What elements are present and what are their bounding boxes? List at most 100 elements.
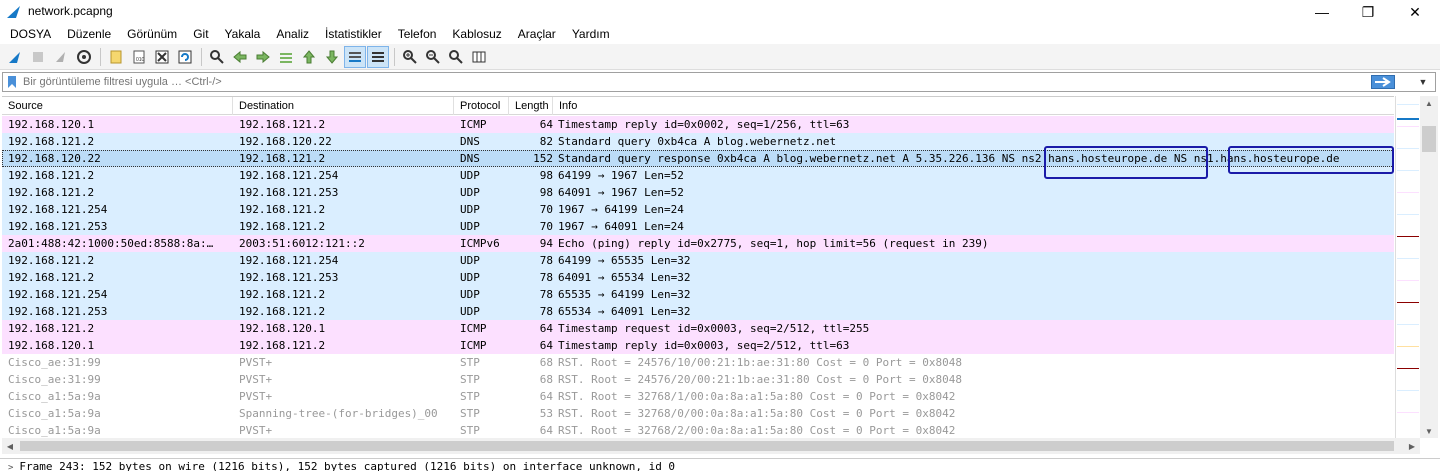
table-row[interactable]: 192.168.121.254 192.168.121.2 UDP 78 65535 →… [2, 286, 1394, 303]
column-header-destination[interactable]: Destination [233, 97, 454, 115]
horizontal-scrollbar[interactable]: ◀ ▶ [2, 438, 1420, 454]
protocol-cell: STP [460, 373, 480, 386]
resize-columns-icon[interactable] [468, 46, 490, 68]
info-cell: 64091 → 1967 Len=52 [558, 186, 684, 199]
minimize-button[interactable]: — [1299, 0, 1345, 24]
table-row[interactable]: 2a01:488:42:1000:50ed:8588:8a:… 2003:51:6… [2, 235, 1394, 252]
length-cell: 68 [539, 373, 553, 386]
zoom-out-icon[interactable] [422, 46, 444, 68]
table-row[interactable]: Cisco_a1:5a:9a PVST+ STP 64 RST. Root = 3276… [2, 422, 1394, 438]
menu-tools[interactable]: Araçlar [510, 24, 564, 44]
table-row[interactable]: 192.168.121.2 192.168.120.1 ICMP 64 Timestam… [2, 320, 1394, 337]
length-cell: 98 [539, 169, 553, 182]
capture-options-icon[interactable] [73, 46, 95, 68]
first-packet-icon[interactable] [298, 46, 320, 68]
zoom-in-icon[interactable] [399, 46, 421, 68]
packet-minimap[interactable] [1395, 96, 1419, 438]
info-cell: RST. Root = 24576/20/00:21:1b:ae:31:80 C… [558, 373, 962, 386]
scroll-up-icon[interactable]: ▲ [1420, 96, 1438, 110]
minimap-line [1397, 258, 1419, 259]
table-row[interactable]: Cisco_a1:5a:9a PVST+ STP 64 RST. Root = 3276… [2, 388, 1394, 405]
minimap-line [1397, 280, 1419, 281]
minimap-line [1397, 324, 1419, 325]
protocol-cell: ICMP [460, 339, 487, 352]
restart-capture-icon[interactable] [50, 46, 72, 68]
table-row[interactable]: 192.168.120.1 192.168.121.2 ICMP 64 Timestam… [2, 337, 1394, 354]
colorize-icon[interactable] [367, 45, 389, 68]
expand-chevron-icon[interactable]: > [8, 463, 13, 471]
vertical-scroll-thumb[interactable] [1422, 126, 1436, 152]
column-header-protocol[interactable]: Protocol [454, 97, 509, 115]
table-row[interactable]: 192.168.121.253 192.168.121.2 UDP 78 65534 →… [2, 303, 1394, 320]
apply-filter-arrow-icon[interactable] [1371, 75, 1395, 89]
shark-fin-start-icon[interactable] [4, 46, 26, 68]
bookmark-icon[interactable] [7, 75, 17, 89]
protocol-cell: UDP [460, 169, 480, 182]
scroll-down-icon[interactable]: ▼ [1420, 424, 1438, 438]
table-row[interactable]: Cisco_ae:31:99 PVST+ STP 68 RST. Root = 2457… [2, 354, 1394, 371]
find-packet-icon[interactable] [206, 46, 228, 68]
close-button[interactable]: ✕ [1392, 0, 1438, 24]
menu-telephony[interactable]: Telefon [390, 24, 445, 44]
table-row[interactable]: 192.168.121.2 192.168.121.254 UDP 78 64199 →… [2, 252, 1394, 269]
protocol-cell: ICMP [460, 118, 487, 131]
stop-capture-icon[interactable] [27, 46, 49, 68]
minimap-selected-marker [1397, 118, 1419, 120]
protocol-cell: UDP [460, 271, 480, 284]
info-cell: RST. Root = 24576/10/00:21:1b:ae:31:80 C… [558, 356, 962, 369]
menu-file[interactable]: DOSYA [2, 24, 59, 44]
scroll-left-icon[interactable]: ◀ [2, 438, 18, 454]
menu-go[interactable]: Git [185, 24, 216, 44]
table-row[interactable]: 192.168.120.1 192.168.121.2 ICMP 64 Timestam… [2, 116, 1394, 133]
open-file-icon[interactable] [105, 46, 127, 68]
packet-list-header: Source Destination Protocol Length Info [2, 97, 1394, 115]
menu-wireless[interactable]: Kablosuz [444, 24, 509, 44]
go-back-icon[interactable] [229, 46, 251, 68]
destination-cell: 192.168.121.253 [239, 186, 339, 199]
horizontal-scroll-thumb[interactable] [20, 441, 1394, 451]
last-packet-icon[interactable] [321, 46, 343, 68]
menu-statistics[interactable]: İstatistikler [317, 24, 390, 44]
save-file-icon[interactable]: 010 [128, 46, 150, 68]
table-row[interactable]: Cisco_a1:5a:9a Spanning-tree-(for-bridges… [2, 405, 1394, 422]
zoom-reset-icon[interactable] [445, 46, 467, 68]
menu-analyze[interactable]: Analiz [268, 24, 317, 44]
scroll-right-icon[interactable]: ▶ [1404, 438, 1420, 454]
go-forward-icon[interactable] [252, 46, 274, 68]
menu-view[interactable]: Görünüm [119, 24, 185, 44]
table-row[interactable]: 192.168.121.253 192.168.121.2 UDP 70 1967 → … [2, 218, 1394, 235]
table-row[interactable]: Cisco_ae:31:99 PVST+ STP 68 RST. Root = 2457… [2, 371, 1394, 388]
packet-details-pane[interactable]: > Frame 243: 152 bytes on wire (1216 bits… [0, 458, 1440, 471]
title-bar: network.pcapng — ❐ ✕ [0, 0, 1440, 24]
length-cell: 152 [533, 152, 553, 165]
table-row[interactable]: 192.168.121.2 192.168.121.253 UDP 98 64091 →… [2, 184, 1394, 201]
protocol-cell: UDP [460, 254, 480, 267]
column-header-source[interactable]: Source [2, 97, 233, 115]
menu-help[interactable]: Yardım [564, 24, 618, 44]
frame-summary-line[interactable]: Frame 243: 152 bytes on wire (1216 bits)… [19, 460, 675, 471]
destination-cell: Spanning-tree-(for-bridges)_00 [239, 407, 438, 420]
close-file-icon[interactable] [151, 46, 173, 68]
info-cell: RST. Root = 32768/0/00:0a:8a:a1:5a:80 Co… [558, 407, 956, 420]
display-filter-input[interactable] [23, 73, 1353, 91]
menu-capture[interactable]: Yakala [217, 24, 269, 44]
reload-file-icon[interactable] [174, 46, 196, 68]
source-cell: Cisco_a1:5a:9a [8, 407, 101, 420]
length-cell: 78 [539, 271, 553, 284]
source-cell: 192.168.120.1 [8, 118, 95, 131]
restore-button[interactable]: ❐ [1345, 0, 1391, 24]
table-row[interactable]: 192.168.121.2 192.168.121.253 UDP 78 64091 →… [2, 269, 1394, 286]
column-header-info[interactable]: Info [553, 97, 1394, 115]
filter-history-dropdown-icon[interactable]: ▼ [1415, 74, 1431, 90]
table-row[interactable]: 192.168.121.254 192.168.121.2 UDP 70 1967 → … [2, 201, 1394, 218]
autoscroll-icon[interactable] [344, 45, 366, 68]
protocol-cell: DNS [460, 152, 480, 165]
length-cell: 94 [539, 237, 553, 250]
menu-edit[interactable]: Düzenle [59, 24, 119, 44]
vertical-scrollbar[interactable]: ▲ ▼ [1420, 96, 1438, 438]
go-to-packet-icon[interactable] [275, 46, 297, 68]
column-header-length[interactable]: Length [509, 97, 553, 115]
protocol-cell: DNS [460, 135, 480, 148]
length-cell: 98 [539, 186, 553, 199]
wireshark-logo-icon [7, 6, 20, 18]
